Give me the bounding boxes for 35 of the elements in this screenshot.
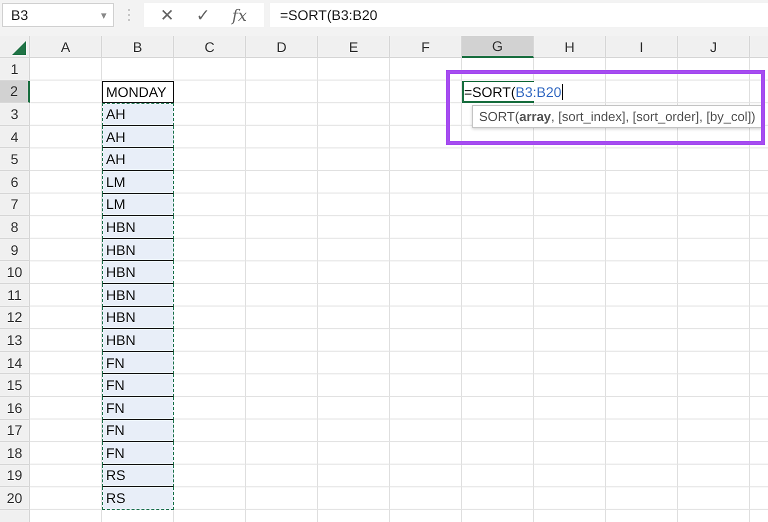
table-cell: AH: [102, 148, 174, 171]
row-header[interactable]: 19: [0, 464, 30, 488]
triangle-icon: [12, 41, 26, 55]
table-cell: HBN: [102, 261, 174, 284]
row-header[interactable]: 2: [0, 80, 30, 104]
table-cell: FN: [102, 420, 174, 442]
table-cell: RS: [102, 464, 174, 488]
row-header[interactable]: 7: [0, 194, 30, 216]
name-box[interactable]: B3 ▾: [2, 3, 114, 27]
table-cell: HBN: [102, 306, 174, 330]
table-cell: FN: [102, 396, 174, 420]
cell-reference: B3: [11, 7, 28, 23]
row-header[interactable]: 17: [0, 420, 30, 442]
table-cell: FN: [102, 442, 174, 465]
table-cell: LM: [102, 194, 174, 216]
table-cell: HBN: [102, 238, 174, 262]
row-header[interactable]: 12: [0, 306, 30, 330]
insert-function-button[interactable]: fx: [232, 6, 247, 24]
cancel-button[interactable]: ✕: [160, 4, 174, 26]
table-cell: AH: [102, 103, 174, 126]
formula-entry[interactable]: =SORT(B3:B20: [464, 82, 564, 102]
table-cell: HBN: [102, 329, 174, 352]
table-cell: LM: [102, 170, 174, 194]
table-cell: MONDAY: [102, 80, 174, 104]
table-cell: HBN: [102, 216, 174, 239]
enter-button[interactable]: ✓: [196, 4, 210, 26]
column-header[interactable]: G: [462, 36, 534, 58]
formula-field[interactable]: =SORT(B3:B20: [270, 3, 768, 27]
row-header[interactable]: 14: [0, 352, 30, 374]
table-cell: FN: [102, 352, 174, 374]
table-cell: FN: [102, 374, 174, 397]
table-cell: HBN: [102, 284, 174, 307]
dropdown-caret-icon[interactable]: ▾: [101, 8, 107, 22]
table-cell: RS: [102, 487, 174, 510]
table-cell: AH: [102, 126, 174, 148]
